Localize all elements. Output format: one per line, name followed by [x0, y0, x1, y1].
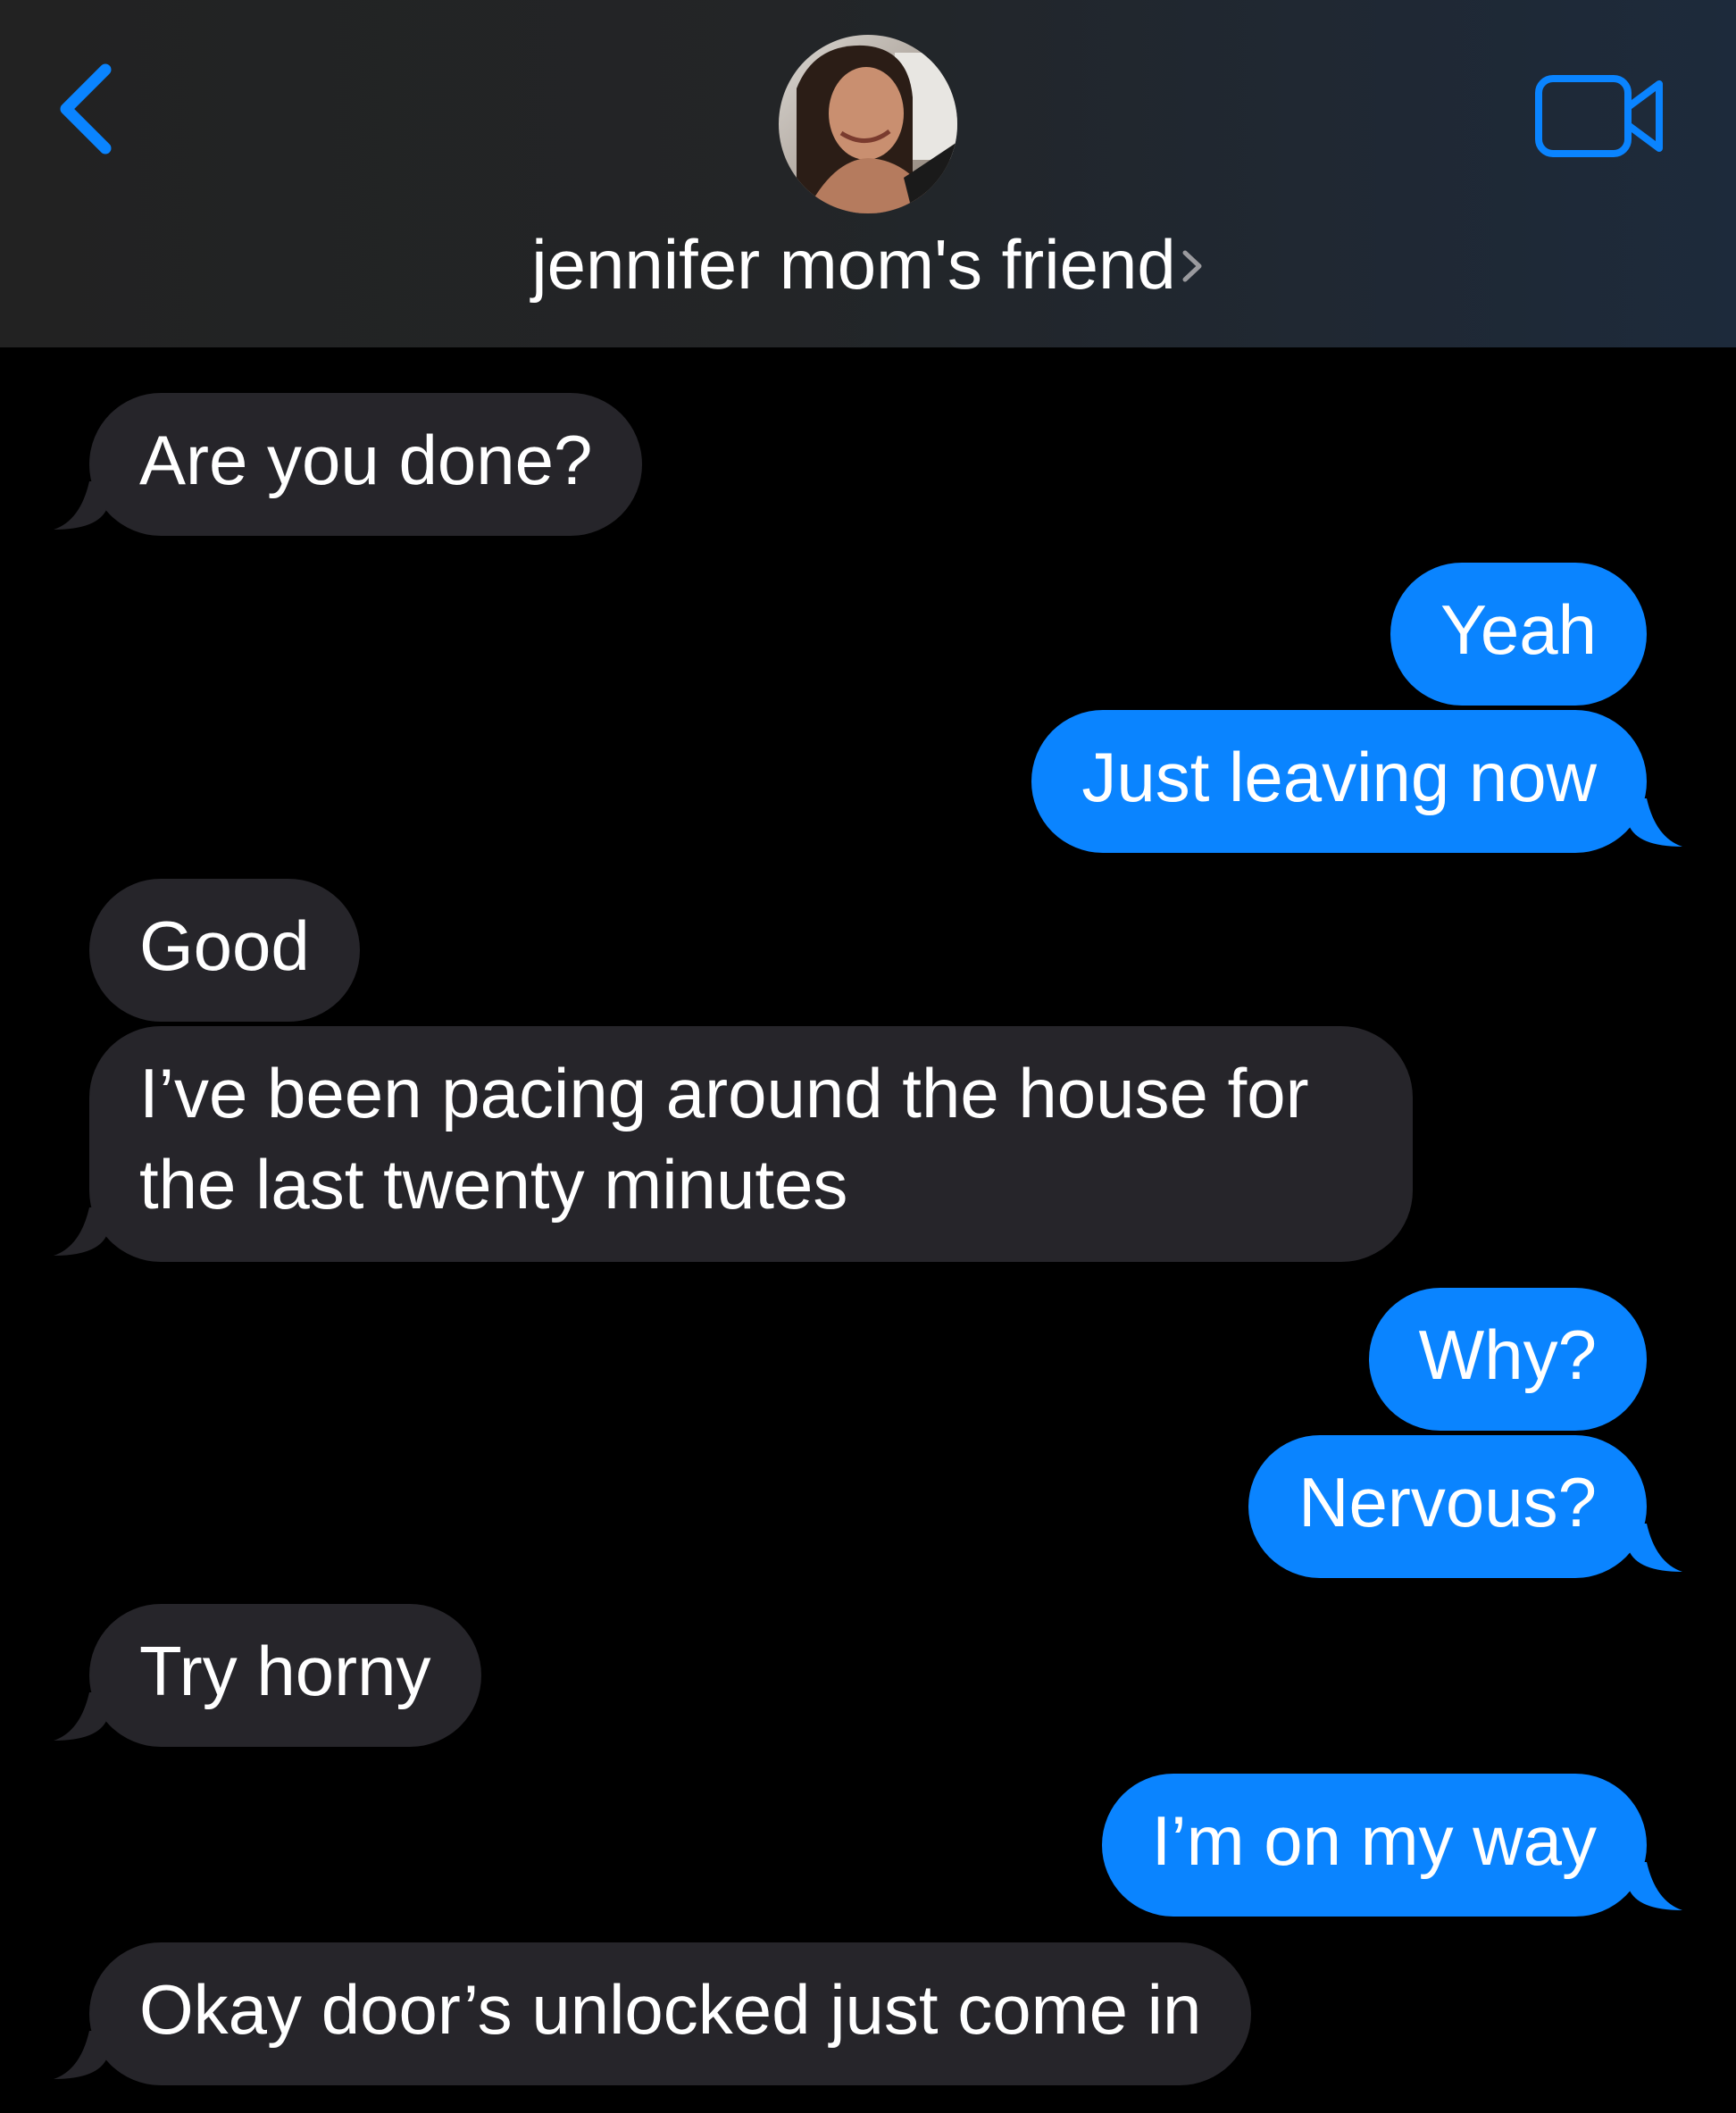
bubble-tail — [54, 481, 107, 530]
message-text: Just leaving now — [1081, 738, 1597, 816]
contact-name: jennifer mom's friend — [531, 225, 1176, 304]
chevron-right-icon — [1182, 250, 1202, 282]
bubble-tail — [1629, 798, 1682, 847]
message-bubble-outgoing[interactable]: Nervous? — [1248, 1435, 1647, 1578]
message-text: Yeah — [1440, 590, 1597, 669]
message-bubble-incoming[interactable]: Okay door’s unlocked just come in — [89, 1942, 1252, 2085]
video-camera-icon — [1535, 75, 1663, 157]
message-text: Nervous? — [1298, 1463, 1597, 1541]
bubble-tail — [1629, 1862, 1682, 1910]
bubble-tail — [1629, 1524, 1682, 1572]
bubble-tail — [54, 1207, 107, 1256]
back-button[interactable] — [52, 55, 132, 171]
contact-avatar[interactable] — [779, 35, 957, 213]
message-bubble-incoming[interactable]: Are you done? — [89, 393, 643, 536]
message-text: I’m on my way — [1151, 1801, 1597, 1880]
message-text: Are you done? — [139, 421, 593, 499]
contact-name-button[interactable]: jennifer mom's friend — [0, 223, 1736, 305]
chevron-left-icon — [60, 63, 112, 155]
message-text: Try horny — [139, 1632, 431, 1710]
facetime-video-button[interactable] — [1534, 73, 1668, 159]
avatar-photo — [779, 35, 957, 213]
message-bubble-outgoing[interactable]: Just leaving now — [1031, 710, 1647, 853]
conversation-header: jennifer mom's friend — [0, 0, 1736, 347]
message-bubble-incoming[interactable]: I’ve been pacing around the house for th… — [89, 1026, 1413, 1262]
message-text: Good — [139, 906, 310, 985]
message-text: Why? — [1418, 1315, 1597, 1394]
message-thread: Are you done? Yeah Just leaving now Good… — [0, 347, 1736, 2113]
bubble-tail — [54, 2031, 107, 2079]
message-bubble-outgoing[interactable]: Why? — [1368, 1288, 1647, 1431]
message-text: I’ve been pacing around the house for th… — [139, 1054, 1309, 1224]
bubble-tail — [54, 1692, 107, 1741]
message-bubble-outgoing[interactable]: I’m on my way — [1101, 1774, 1647, 1917]
message-bubble-outgoing[interactable]: Yeah — [1390, 563, 1647, 706]
message-bubble-incoming[interactable]: Try horny — [89, 1604, 481, 1747]
message-text: Okay door’s unlocked just come in — [139, 1970, 1202, 2049]
message-bubble-incoming[interactable]: Good — [89, 879, 360, 1022]
